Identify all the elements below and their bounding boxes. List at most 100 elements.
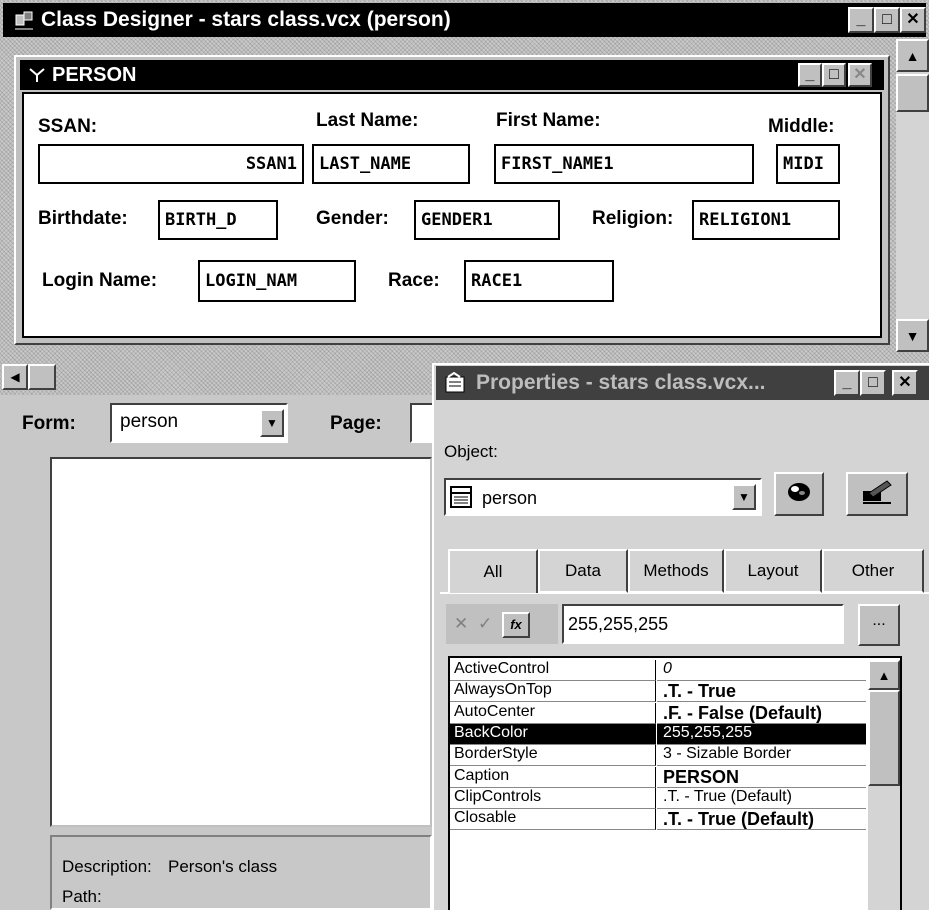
- login-name-field[interactable]: LOGIN_NAM: [198, 260, 356, 302]
- object-dropdown-arrow-icon[interactable]: ▼: [732, 484, 756, 510]
- race-field[interactable]: RACE1: [464, 260, 614, 302]
- tab-other[interactable]: Other: [822, 549, 924, 593]
- property-value[interactable]: 255,255,255: [657, 723, 866, 745]
- birthdate-field[interactable]: BIRTH_D: [158, 200, 278, 240]
- person-form-canvas: SSAN: Last Name: First Name: Middle: SSA…: [22, 92, 882, 338]
- religion-field[interactable]: RELIGION1: [692, 200, 840, 240]
- main-close-button[interactable]: ✕: [900, 7, 926, 33]
- first-name-label: First Name:: [496, 110, 601, 131]
- middle-field[interactable]: MIDI: [776, 144, 840, 184]
- property-edit-value: 255,255,255: [568, 614, 669, 634]
- properties-maximize-button[interactable]: □: [860, 370, 886, 396]
- scroll-up-button[interactable]: ▲: [896, 39, 929, 72]
- grid-scroll-thumb[interactable]: [868, 690, 900, 786]
- tab-methods[interactable]: Methods: [628, 549, 724, 593]
- object-value: person: [482, 488, 538, 508]
- property-name: BackColor: [450, 723, 656, 745]
- main-titlebar[interactable]: Class Designer - stars class.vcx (person…: [3, 3, 926, 37]
- scroll-left-button[interactable]: ◀: [2, 364, 28, 390]
- class-designer-icon: [13, 9, 35, 31]
- property-value[interactable]: 0: [657, 660, 866, 681]
- object-label: Object:: [444, 442, 498, 461]
- property-value[interactable]: PERSON: [657, 766, 866, 788]
- class-list[interactable]: [50, 457, 432, 827]
- page-field[interactable]: [410, 403, 434, 443]
- property-name: AlwaysOnTop: [450, 681, 656, 703]
- grid-scrollbar[interactable]: ▲: [868, 660, 900, 910]
- race-label: Race:: [388, 270, 440, 291]
- gender-label: Gender:: [316, 208, 389, 229]
- religion-label: Religion:: [592, 208, 674, 229]
- ssan-field[interactable]: SSAN1: [38, 144, 304, 184]
- page-label: Page:: [330, 413, 382, 434]
- function-icon[interactable]: fx: [502, 612, 530, 638]
- property-name: Caption: [450, 766, 656, 788]
- main-minimize-button[interactable]: _: [848, 7, 874, 33]
- person-titlebar[interactable]: PERSON: [20, 60, 884, 90]
- person-maximize-button[interactable]: □: [822, 63, 846, 87]
- tab-layout[interactable]: Layout: [724, 549, 822, 593]
- login-name-label: Login Name:: [42, 270, 158, 291]
- scroll-thumb[interactable]: [896, 74, 929, 112]
- last-name-label: Last Name:: [316, 110, 419, 131]
- property-row[interactable]: AlwaysOnTop .T. - True: [450, 681, 866, 703]
- property-row[interactable]: Caption PERSON: [450, 766, 866, 788]
- property-row[interactable]: ClipControls .T. - True (Default): [450, 787, 866, 809]
- first-name-field[interactable]: FIRST_NAME1: [494, 144, 754, 184]
- main-maximize-button[interactable]: □: [874, 7, 900, 33]
- edit-toolbar: ✕ ✓ fx: [446, 604, 558, 644]
- property-row[interactable]: BorderStyle 3 - Sizable Border: [450, 745, 866, 767]
- person-title: PERSON: [52, 64, 137, 86]
- path-label: Path:: [62, 887, 102, 906]
- form-icon: [28, 66, 46, 84]
- accept-icon[interactable]: ✓: [478, 614, 492, 634]
- builder-button[interactable]: [846, 472, 908, 516]
- properties-minimize-button[interactable]: _: [834, 370, 860, 396]
- hscroll-thumb[interactable]: [28, 364, 56, 390]
- property-name: Closable: [450, 809, 656, 831]
- form-select-value: person: [120, 411, 179, 432]
- properties-icon: [444, 371, 468, 394]
- birthdate-label: Birthdate:: [38, 208, 128, 229]
- properties-title: Properties - stars class.vcx...: [476, 371, 766, 394]
- property-name: ActiveControl: [450, 660, 656, 681]
- property-name: AutoCenter: [450, 702, 656, 724]
- object-select[interactable]: person ▼: [444, 478, 762, 516]
- horizontal-scrollbar[interactable]: ◀: [0, 358, 432, 390]
- cancel-icon[interactable]: ✕: [454, 614, 468, 634]
- vertical-scrollbar[interactable]: ▲ ▼: [896, 39, 929, 352]
- project-panel: Form: person ▼ Page: Description: Person…: [0, 395, 434, 910]
- property-row[interactable]: Closable .T. - True (Default): [450, 809, 866, 831]
- person-close-button[interactable]: ✕: [848, 63, 872, 87]
- person-minimize-button[interactable]: _: [798, 63, 822, 87]
- property-row[interactable]: ActiveControl 0: [450, 660, 866, 681]
- color-ball-icon: [786, 481, 812, 508]
- description-box: Description: Person's class Path:: [50, 835, 432, 910]
- grid-scroll-up-button[interactable]: ▲: [868, 660, 900, 690]
- property-value[interactable]: .T. - True: [657, 681, 866, 703]
- property-name: BorderStyle: [450, 745, 656, 767]
- description-label: Description:: [62, 857, 152, 876]
- tab-all[interactable]: All: [448, 549, 538, 593]
- property-value[interactable]: 3 - Sizable Border: [657, 745, 866, 767]
- description-value: Person's class: [168, 857, 278, 876]
- dropdown-arrow-icon[interactable]: ▼: [260, 409, 284, 437]
- property-value[interactable]: .F. - False (Default): [657, 702, 866, 724]
- property-name: ClipControls: [450, 787, 656, 809]
- property-edit-input[interactable]: 255,255,255: [562, 604, 844, 644]
- color-ball-button[interactable]: [774, 472, 824, 516]
- property-value[interactable]: .T. - True (Default): [657, 809, 866, 831]
- form-select[interactable]: person ▼: [110, 403, 288, 443]
- tab-data[interactable]: Data: [538, 549, 628, 593]
- property-value[interactable]: .T. - True (Default): [657, 787, 866, 809]
- grid-icon: [450, 486, 472, 508]
- middle-label: Middle:: [768, 116, 835, 137]
- scroll-down-button[interactable]: ▼: [896, 319, 929, 352]
- main-title: Class Designer - stars class.vcx (person…: [41, 8, 451, 31]
- property-row[interactable]: AutoCenter .F. - False (Default): [450, 702, 866, 724]
- gender-field[interactable]: GENDER1: [414, 200, 560, 240]
- properties-close-button[interactable]: ✕: [892, 370, 918, 396]
- more-button[interactable]: ...: [858, 604, 900, 646]
- property-row[interactable]: BackColor 255,255,255: [450, 723, 866, 745]
- last-name-field[interactable]: LAST_NAME: [312, 144, 470, 184]
